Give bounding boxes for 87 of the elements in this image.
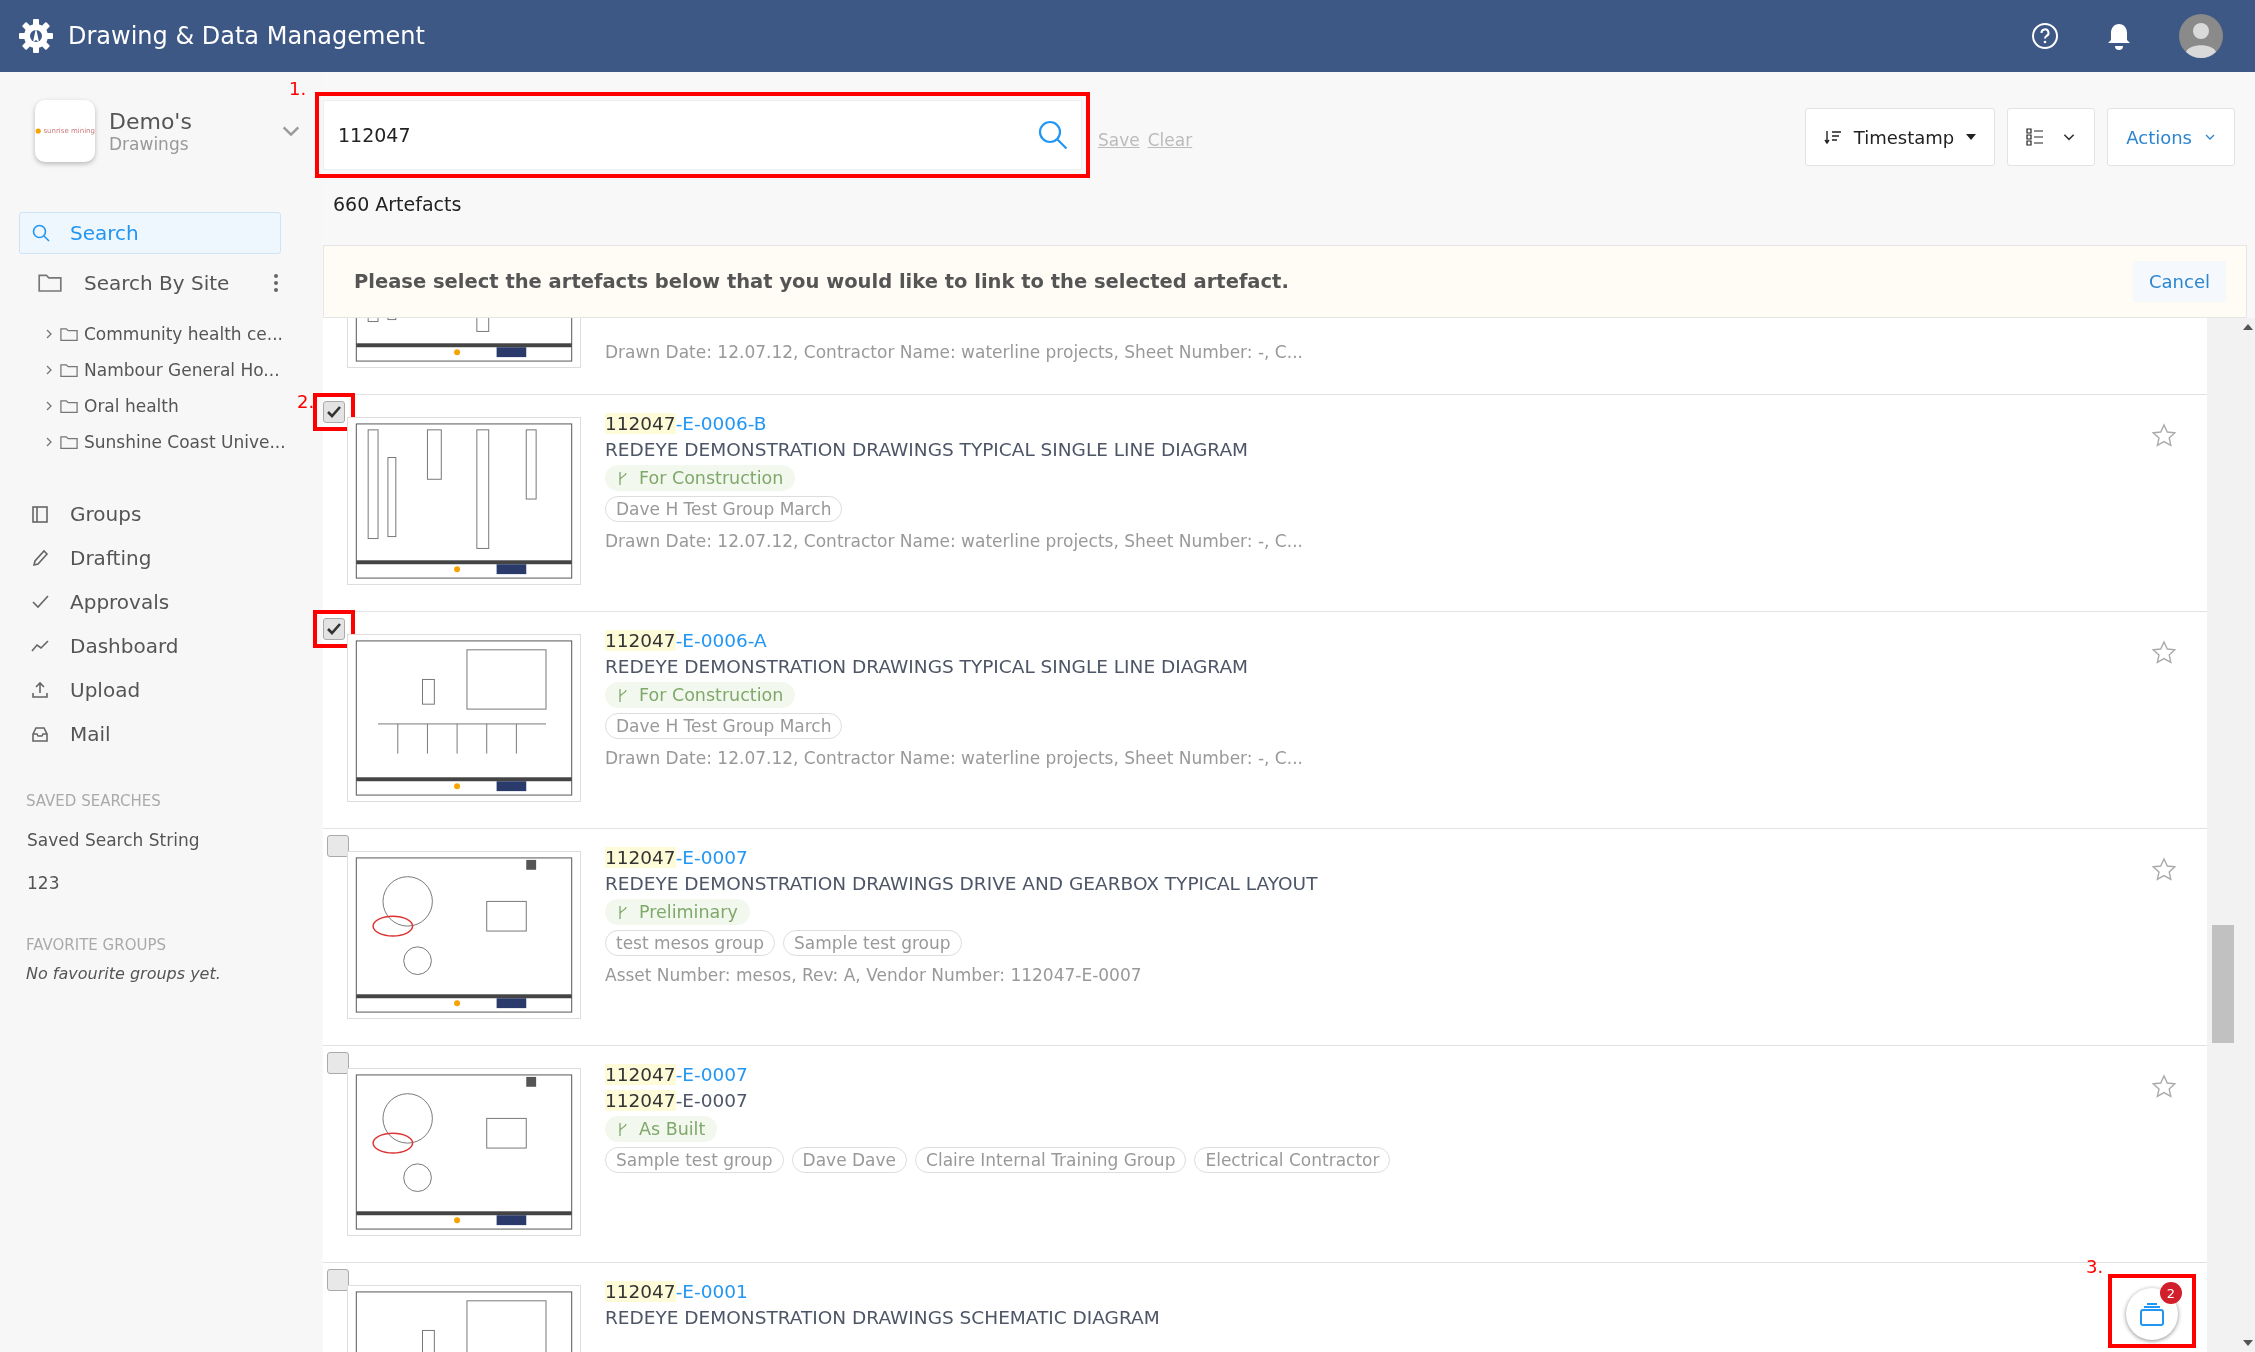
notification-bell-icon[interactable] [2107, 22, 2131, 50]
sort-button[interactable]: Timestamp [1804, 108, 1996, 166]
more-options-icon[interactable] [274, 274, 278, 292]
scrollbar[interactable] [2207, 318, 2255, 1352]
checkbox[interactable] [327, 1052, 349, 1074]
artefact-title: REDEYE DEMONSTRATION DRAWINGS SCHEMATIC DIAGRAM [605, 1307, 1160, 1328]
artefact-number-link[interactable]: 112047-E-0001 [605, 1281, 1160, 1302]
folder-icon [38, 273, 62, 293]
search-icon [32, 224, 50, 242]
stack-icon [2139, 1302, 2165, 1326]
branch-icon [617, 904, 629, 920]
actions-button[interactable]: Actions [2107, 108, 2235, 166]
checkbox[interactable] [327, 1269, 349, 1291]
artefact-details: Asset Number: mesos, Rev: A, Vendor Number: 112047-E-0007 [605, 965, 1143, 985]
sidebar-item[interactable]: Search By Site [84, 271, 252, 295]
branch-icon [617, 470, 629, 486]
artefact-details: Drawn Date: 12.07.12, Contractor Name: waterline projects, Sheet Number: -, C... [605, 342, 1303, 362]
workspace-name: Demo's [109, 108, 193, 134]
status-chip: For Construction [605, 682, 796, 708]
upload-icon [30, 680, 50, 700]
checkmark-icon [327, 623, 341, 635]
checkmark-icon [327, 406, 341, 418]
nav-item[interactable]: Drafting [70, 546, 152, 570]
expand-chevron-icon[interactable] [44, 436, 54, 448]
nav-item[interactable]: Mail [70, 722, 111, 746]
artefact-details: Drawn Date: 12.07.12, Contractor Name: waterline projects, Sheet Number: -, C... [605, 748, 1303, 768]
expand-chevron-icon[interactable] [44, 328, 54, 340]
help-icon[interactable] [2031, 22, 2059, 50]
nav-item[interactable]: Dashboard [70, 634, 179, 658]
folder-icon [60, 362, 78, 378]
tree-item[interactable]: Community health ce... [84, 324, 284, 344]
user-avatar[interactable] [2179, 14, 2223, 58]
annotation-label: 2. [297, 391, 315, 412]
branch-icon [617, 1121, 629, 1137]
result-count: 660 Artefacts [332, 192, 463, 217]
list-view-icon [2026, 128, 2045, 146]
branch-icon [617, 687, 629, 703]
folder-icon [60, 398, 78, 414]
status-chip: As Built [605, 1116, 718, 1142]
search-field[interactable]: 112047 [323, 100, 1082, 170]
sort-icon [1823, 130, 1842, 144]
checkbox[interactable] [327, 835, 349, 857]
nav-item[interactable]: Approvals [70, 590, 170, 614]
artefact-number-link[interactable]: 112047-E-0006-A [605, 630, 1303, 651]
tree-item[interactable]: Nambour General Ho... [84, 360, 280, 380]
expand-chevron-icon[interactable] [44, 400, 54, 412]
folder-icon [60, 434, 78, 450]
artefact-title: REDEYE DEMONSTRATION DRAWINGS TYPICAL SINGLE LINE DIAGRAM [605, 656, 1250, 677]
dropdown-caret-icon [1966, 134, 1977, 140]
view-toggle-button[interactable] [2007, 108, 2096, 166]
gear-logo-icon [18, 18, 54, 54]
tree-item[interactable]: Sunshine Coast Unive... [84, 432, 286, 452]
empty-message: No favourite groups yet. [26, 964, 222, 983]
status-chip: For Construction [605, 465, 796, 491]
artefact-details: Drawn Date: 12.07.12, Contractor Name: waterline projects, Sheet Number: -, C... [605, 531, 1303, 551]
star-icon[interactable] [2151, 423, 2177, 449]
workspace-subtitle: Drawings [109, 133, 190, 154]
groups-icon [30, 504, 50, 524]
drafting-icon [30, 548, 50, 568]
artefact-number-link[interactable]: 112047-E-0007 [605, 847, 1318, 868]
checkbox[interactable] [323, 401, 345, 423]
mail-icon [30, 724, 50, 744]
annotation-label: 1. [289, 78, 307, 99]
artefact-number-link[interactable]: 112047-E-0006-B [605, 413, 1303, 434]
status-chip: Preliminary [605, 899, 750, 925]
artefact-number-link[interactable]: 112047-E-0007 [605, 1064, 1391, 1085]
nav-item[interactable]: Groups [70, 502, 142, 526]
app-title: Drawing & Data Management [68, 22, 426, 50]
expand-chevron-icon[interactable] [44, 364, 54, 376]
artefact-title: REDEYE DEMONSTRATION DRAWINGS TYPICAL SINGLE LINE DIAGRAM [605, 439, 1250, 460]
star-icon[interactable] [2151, 1074, 2177, 1100]
star-icon[interactable] [2151, 857, 2177, 883]
checkbox[interactable] [323, 618, 345, 640]
artefact-title: REDEYE DEMONSTRATION DRAWINGS DRIVE AND GEARBOX TYPICAL LAYOUT [605, 873, 1318, 894]
banner-message: Please select the artefacts below that you would like to link to the selected artefact. [354, 270, 1290, 293]
search-icon[interactable] [1037, 119, 1069, 151]
section-heading: FAVORITE GROUPS [26, 936, 167, 954]
nav-item[interactable]: Upload [70, 678, 141, 702]
star-icon[interactable] [2151, 640, 2177, 666]
folder-icon [60, 326, 78, 342]
annotation-label: 3. [2086, 1256, 2104, 1277]
saved-search-item[interactable]: Saved Search String [27, 829, 200, 850]
artefact-title: 112047-E-0007 [605, 1090, 749, 1111]
cancel-button[interactable]: Cancel [2133, 261, 2226, 302]
section-heading: SAVED SEARCHES [26, 792, 162, 810]
saved-search-item[interactable]: 123 [27, 872, 60, 893]
tree-item[interactable]: Oral health [84, 396, 179, 416]
